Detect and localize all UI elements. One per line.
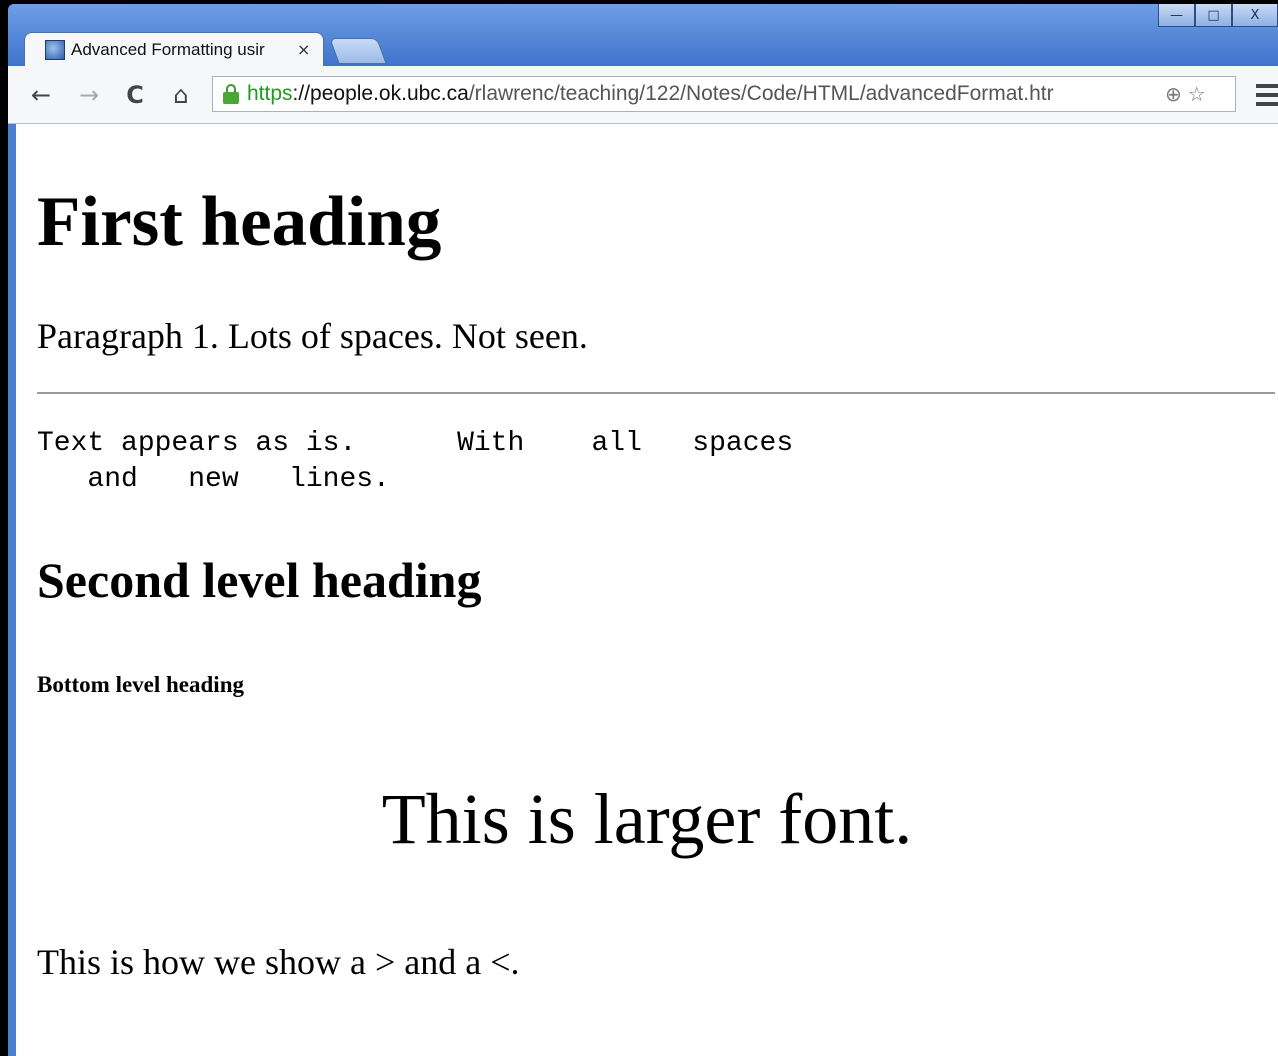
home-icon[interactable]: ⌂ (166, 80, 196, 110)
larger-font-text: This is larger font. (381, 779, 913, 859)
back-icon[interactable]: ← (26, 80, 56, 110)
title-bar: — □ X Advanced Formatting usir × (8, 4, 1278, 66)
menu-icon[interactable] (1256, 84, 1278, 106)
tab-title: Advanced Formatting usir (71, 39, 265, 59)
address-bar[interactable]: https://people.ok.ubc.ca/rlawrenc/teachi… (212, 76, 1236, 112)
forward-icon[interactable]: → (74, 80, 104, 110)
zoom-icon[interactable]: ⊕ (1165, 82, 1182, 106)
browser-toolbar: ← → C ⌂ https://people.ok.ubc.ca/rlawren… (8, 66, 1278, 124)
url-text: https://people.ok.ubc.ca/rlawrenc/teachi… (247, 82, 1054, 105)
entities-paragraph: This is how we show a > and a <. (37, 942, 520, 982)
new-tab-button[interactable] (329, 38, 387, 64)
close-window-button[interactable]: X (1232, 4, 1278, 27)
maximize-button[interactable]: □ (1195, 4, 1232, 27)
bookmark-star-icon[interactable]: ☆ (1188, 82, 1206, 106)
minimize-button[interactable]: — (1158, 4, 1195, 27)
page-content: First heading Paragraph 1. Lots of space… (16, 124, 1278, 1056)
preformatted-text: Text appears as is. With all spaces and … (37, 428, 794, 495)
horizontal-rule (37, 392, 1275, 394)
tab-advanced-formatting[interactable]: Advanced Formatting usir × (24, 32, 324, 66)
browser-window: — □ X Advanced Formatting usir × ← → C ⌂… (8, 4, 1278, 1056)
favicon-icon (45, 39, 65, 60)
lock-icon (223, 84, 239, 104)
reload-icon[interactable]: C (120, 80, 150, 110)
bottom-level-heading: Bottom level heading (37, 672, 244, 697)
first-heading: First heading (37, 183, 442, 261)
tab-close-icon[interactable]: × (297, 40, 310, 59)
paragraph-1: Paragraph 1. Lots of spaces. Not seen. (37, 316, 588, 356)
window-controls: — □ X (1158, 4, 1278, 28)
second-level-heading: Second level heading (37, 552, 482, 608)
